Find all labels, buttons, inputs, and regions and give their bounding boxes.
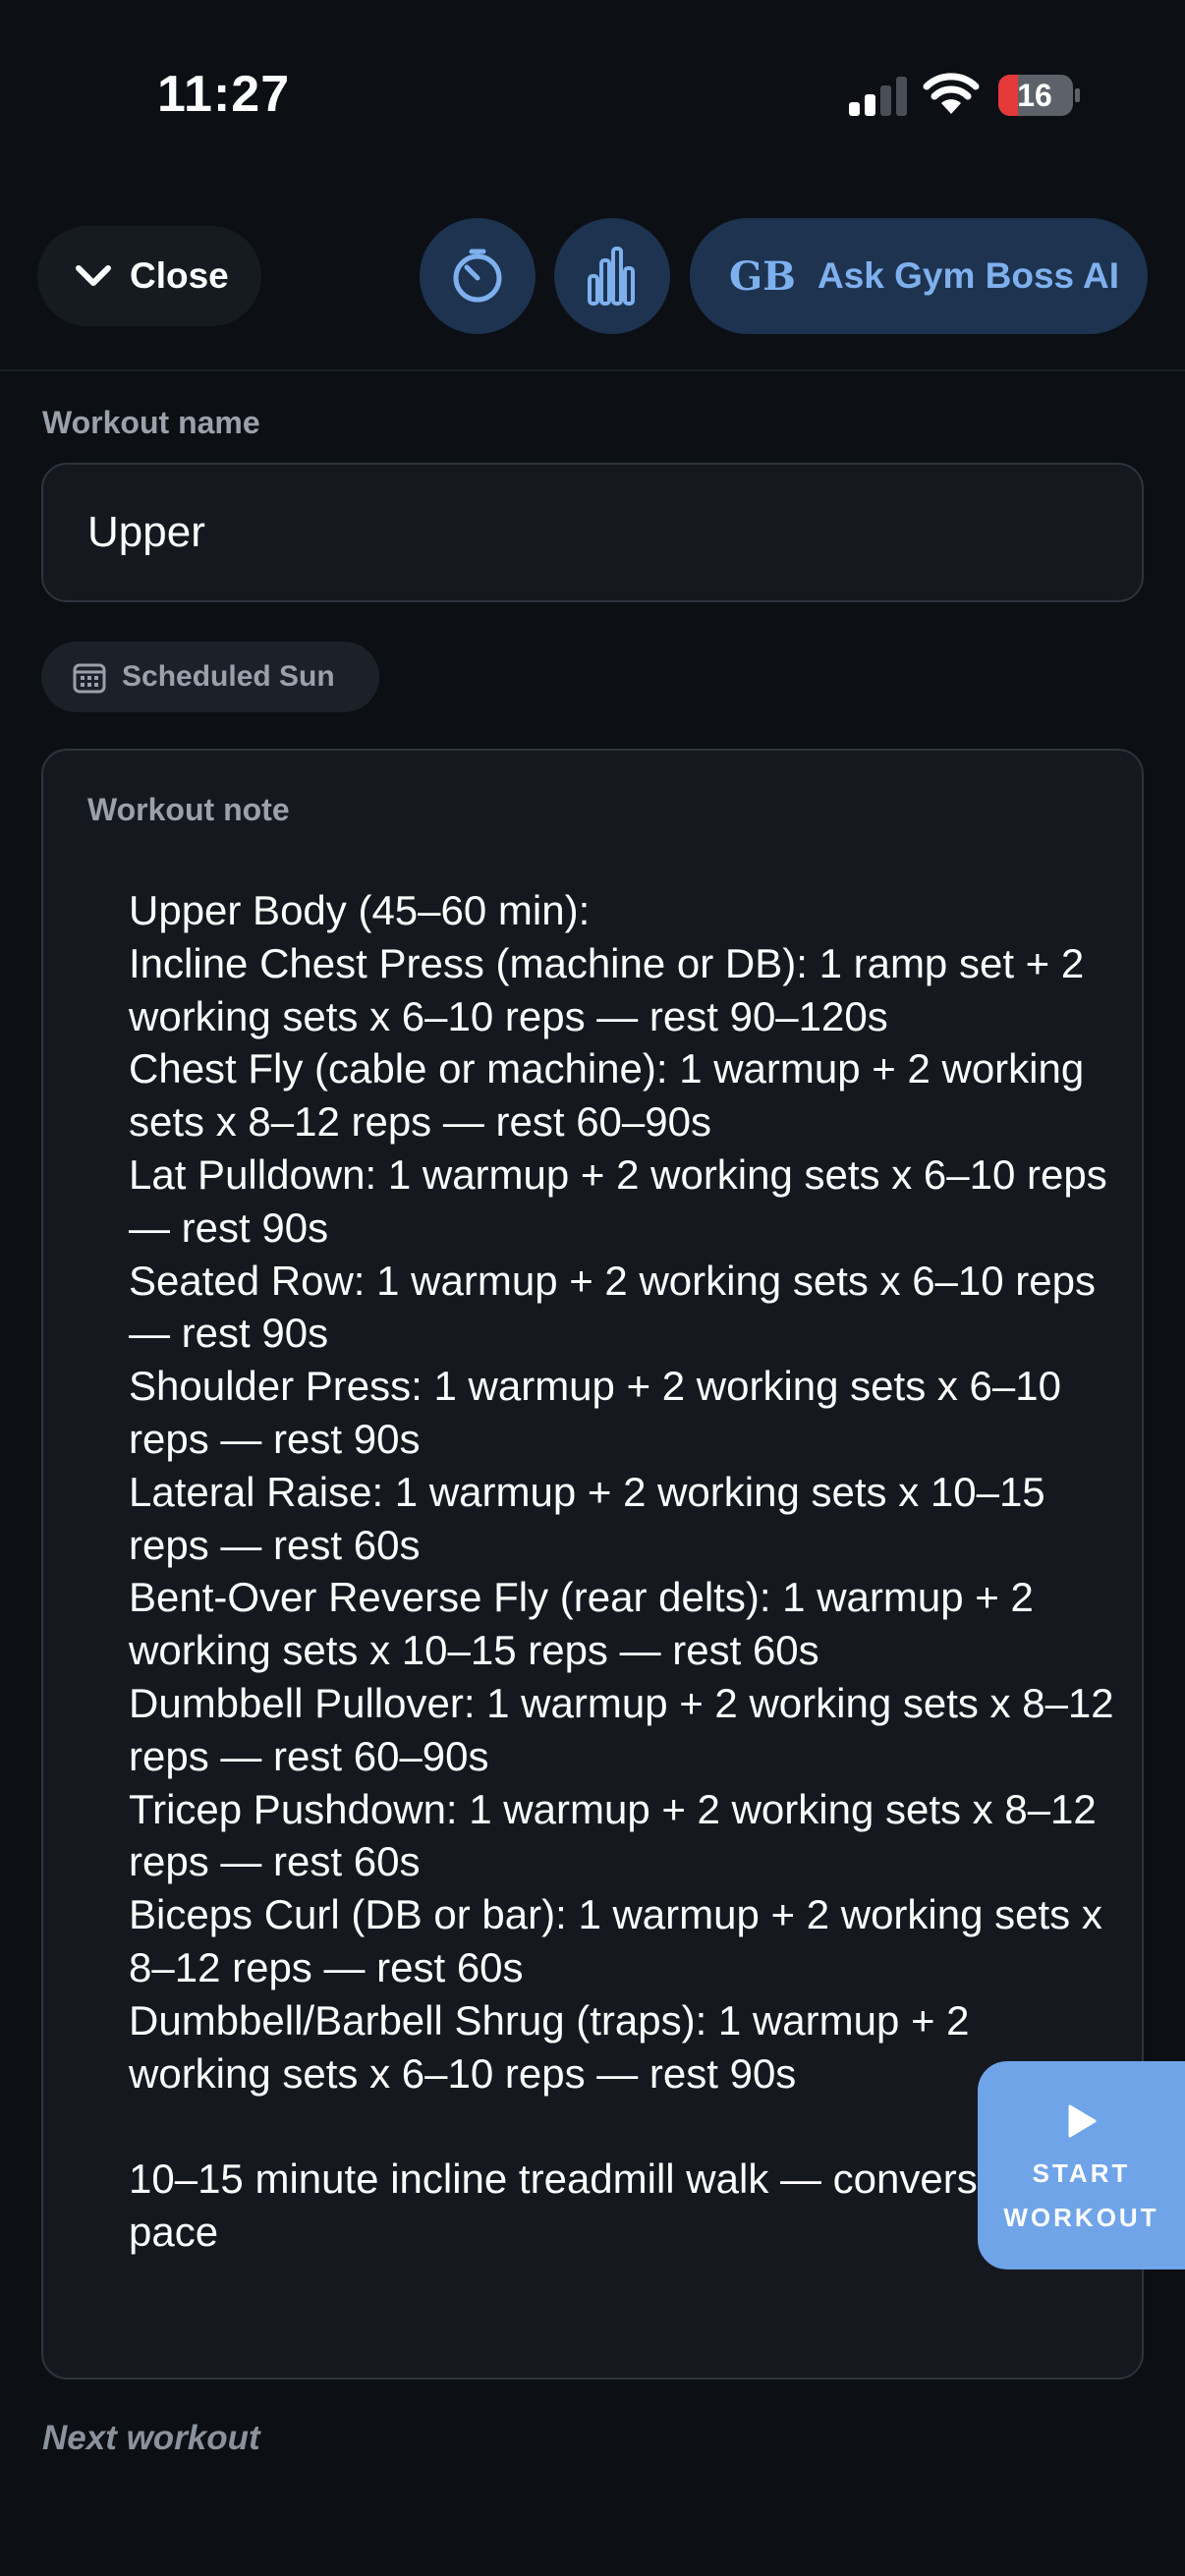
status-time: 11:27 (157, 66, 291, 123)
start-label-line1: START (1032, 2158, 1131, 2188)
next-workout-label: Next workout (42, 2419, 260, 2457)
status-bar: 11:27 16 (0, 0, 1185, 177)
close-button[interactable]: Close (37, 226, 261, 326)
timer-icon (453, 249, 502, 303)
signal-icon (849, 77, 907, 116)
close-label: Close (130, 255, 229, 296)
battery-level: 16 (1017, 77, 1052, 113)
scheduled-chip[interactable]: Scheduled Sun (41, 642, 379, 712)
calendar-icon (73, 663, 106, 694)
start-label-line2: WORKOUT (1003, 2203, 1159, 2232)
bar-chart-icon (588, 247, 635, 306)
workout-editor-screen: 11:27 16 Close GB Ask Gym Boss AI Workou… (0, 0, 1185, 2576)
ask-label: Ask Gym Boss AI (817, 255, 1120, 296)
workout-note-text[interactable]: Upper Body (45–60 min): Incline Chest Pr… (129, 884, 1121, 2259)
workout-note-label: Workout note (87, 792, 290, 827)
ask-gym-boss-button[interactable]: GB Ask Gym Boss AI (690, 218, 1148, 334)
play-icon (1068, 2104, 1096, 2138)
gym-boss-logo: GB (729, 252, 796, 300)
start-workout-button[interactable]: START WORKOUT (978, 2061, 1185, 2269)
header: Close GB Ask Gym Boss AI (0, 196, 1185, 371)
chevron-down-icon (76, 265, 111, 286)
workout-name-label: Workout name (42, 405, 260, 440)
stats-button[interactable] (554, 218, 670, 334)
wifi-icon (923, 73, 980, 114)
start-workout-label: START WORKOUT (1003, 2152, 1158, 2240)
timer-button[interactable] (420, 218, 536, 334)
scheduled-label: Scheduled Sun (122, 660, 335, 693)
workout-name-input[interactable]: Upper (41, 463, 1144, 602)
